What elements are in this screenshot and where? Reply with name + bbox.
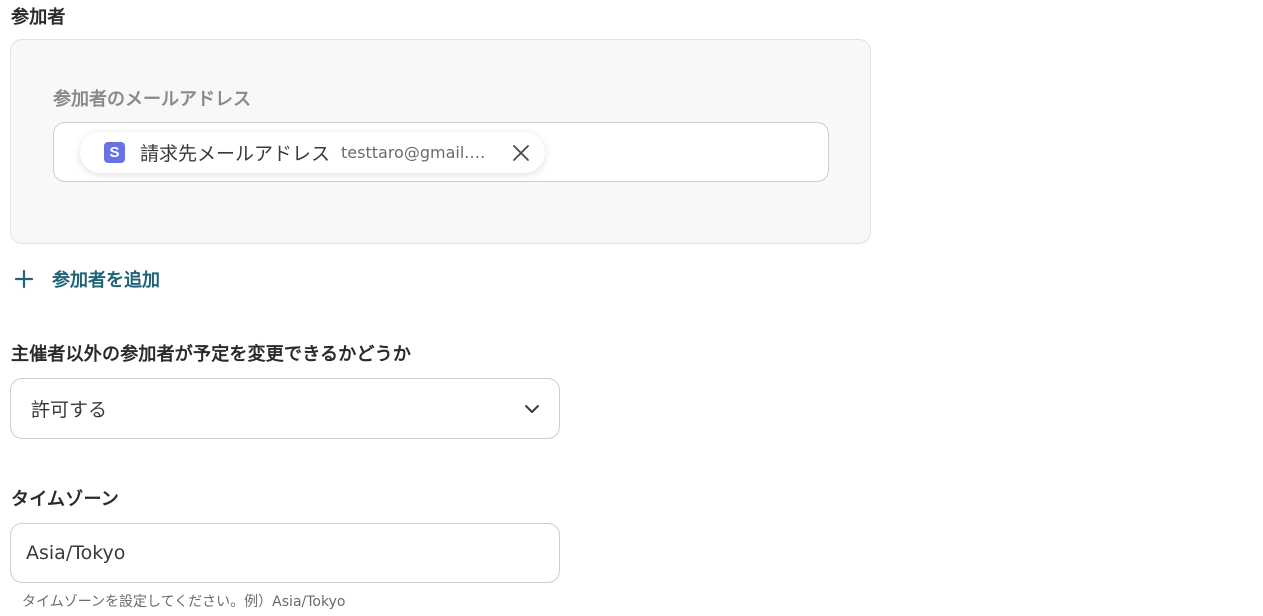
timezone-section-title: タイムゾーン bbox=[11, 489, 119, 510]
permission-selected-value: 許可する bbox=[31, 399, 108, 421]
plus-icon bbox=[14, 269, 34, 289]
attendees-panel: 参加者のメールアドレス S 請求先メールアドレス testtaro@gmail.… bbox=[10, 39, 871, 244]
chip-value: testtaro@gmail.c... bbox=[341, 143, 491, 162]
permission-select[interactable]: 許可する bbox=[10, 378, 560, 439]
permission-section-title: 主催者以外の参加者が予定を変更できるかどうか bbox=[11, 344, 412, 365]
chip-label: 請求先メールアドレス bbox=[140, 143, 331, 165]
timezone-help-text: タイムゾーンを設定してください。例）Asia/Tokyo bbox=[22, 594, 346, 610]
close-icon[interactable] bbox=[509, 141, 533, 165]
chevron-down-icon bbox=[525, 404, 539, 413]
variable-chip[interactable]: S 請求先メールアドレス testtaro@gmail.c... bbox=[80, 132, 545, 173]
attendee-email-field[interactable]: S 請求先メールアドレス testtaro@gmail.c... bbox=[53, 122, 829, 182]
add-attendee-button[interactable]: 参加者を追加 bbox=[14, 266, 160, 292]
timezone-input[interactable] bbox=[10, 523, 560, 583]
form-page: 参加者 参加者のメールアドレス S 請求先メールアドレス testtaro@gm… bbox=[0, 0, 1263, 616]
stripe-icon: S bbox=[104, 142, 125, 163]
attendees-section-title: 参加者 bbox=[11, 7, 66, 28]
add-attendee-label: 参加者を追加 bbox=[52, 270, 160, 291]
attendee-email-label: 参加者のメールアドレス bbox=[53, 89, 251, 110]
